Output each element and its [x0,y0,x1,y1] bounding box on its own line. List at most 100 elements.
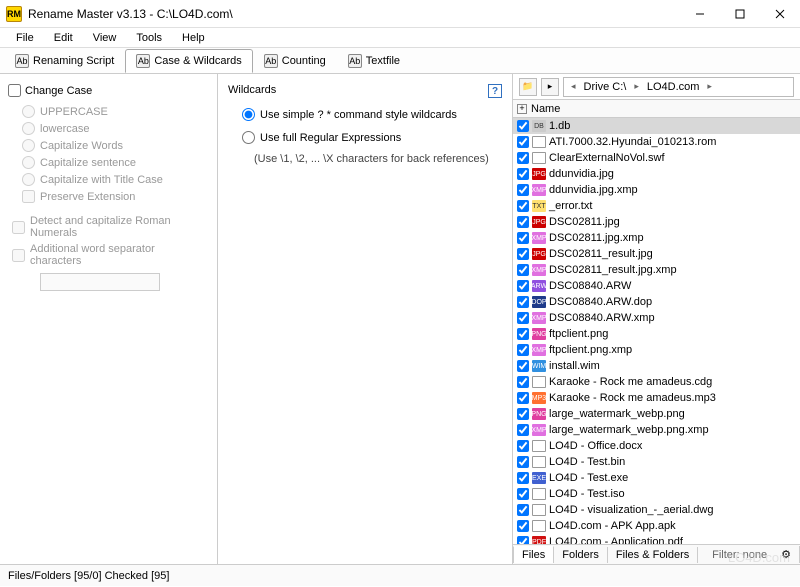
file-checkbox[interactable] [517,488,529,500]
file-row[interactable]: JPGddunvidia.jpg [513,166,800,182]
menu-tools[interactable]: Tools [126,30,172,46]
folder-up-button[interactable]: 📁 [519,78,537,96]
file-list-header[interactable]: + Name [513,100,800,118]
file-checkbox[interactable] [517,120,529,132]
filter-label[interactable]: Filter: none [706,549,773,561]
file-row[interactable]: TXT_error.txt [513,198,800,214]
file-checkbox[interactable] [517,424,529,436]
case-option-radio[interactable] [22,122,35,135]
breadcrumb-part[interactable]: Drive C:\ [581,81,630,93]
bottom-tab-folders[interactable]: Folders [554,547,608,563]
tab-case-wildcards[interactable]: AbCase & Wildcards [125,49,252,73]
file-checkbox[interactable] [517,536,529,544]
case-option-radio[interactable] [22,156,35,169]
tab-counting[interactable]: AbCounting [253,49,337,73]
preserve-extension-checkbox[interactable] [22,190,35,203]
file-row[interactable]: LO4D.com - APK App.apk [513,518,800,534]
file-row[interactable]: DOPDSC08840.ARW.dop [513,294,800,310]
file-checkbox[interactable] [517,264,529,276]
simple-wildcards-radio[interactable] [242,108,255,121]
breadcrumb[interactable]: ◂ Drive C:\▸LO4D.com▸ [563,77,794,97]
close-button[interactable] [760,1,800,27]
separator-checkbox[interactable] [12,249,25,262]
file-row[interactable]: XMPDSC08840.ARW.xmp [513,310,800,326]
file-name: ddunvidia.jpg [549,168,614,180]
change-case-checkbox[interactable] [8,84,21,97]
file-checkbox[interactable] [517,344,529,356]
file-checkbox[interactable] [517,168,529,180]
help-icon[interactable]: ? [488,84,502,98]
file-row[interactable]: XMPDSC02811_result.jpg.xmp [513,262,800,278]
file-row[interactable]: DB1.db [513,118,800,134]
file-checkbox[interactable] [517,456,529,468]
file-checkbox[interactable] [517,472,529,484]
file-row[interactable]: ClearExternalNoVol.swf [513,150,800,166]
bottom-tab-files-folders[interactable]: Files & Folders [608,547,698,563]
bottom-tab-files[interactable]: Files [513,546,554,563]
breadcrumb-back-icon[interactable]: ◂ [568,81,579,92]
file-checkbox[interactable] [517,392,529,404]
file-name: ddunvidia.jpg.xmp [549,184,638,196]
file-row[interactable]: MP3Karaoke - Rock me amadeus.mp3 [513,390,800,406]
menu-help[interactable]: Help [172,30,215,46]
file-icon: PNG [532,408,546,420]
expand-all-icon[interactable]: + [517,104,527,114]
file-row[interactable]: EXELO4D - Test.exe [513,470,800,486]
nav-forward-button[interactable]: ▸ [541,78,559,96]
file-row[interactable]: JPGDSC02811_result.jpg [513,246,800,262]
file-row[interactable]: LO4D - visualization_-_aerial.dwg [513,502,800,518]
file-row[interactable]: PDFLO4D.com - Application.pdf [513,534,800,544]
file-row[interactable]: LO4D - Test.bin [513,454,800,470]
file-checkbox[interactable] [517,408,529,420]
file-row[interactable]: ATI.7000.32.Hyundai_010213.rom [513,134,800,150]
file-row[interactable]: XMPddunvidia.jpg.xmp [513,182,800,198]
file-checkbox[interactable] [517,248,529,260]
file-list[interactable]: DB1.dbATI.7000.32.Hyundai_010213.romClea… [513,118,800,544]
name-column-header[interactable]: Name [531,103,560,115]
file-checkbox[interactable] [517,184,529,196]
maximize-button[interactable] [720,1,760,27]
file-row[interactable]: PNGlarge_watermark_webp.png [513,406,800,422]
file-row[interactable]: XMPDSC02811.jpg.xmp [513,230,800,246]
case-option-radio[interactable] [22,105,35,118]
file-row[interactable]: XMPftpclient.png.xmp [513,342,800,358]
file-row[interactable]: XMPlarge_watermark_webp.png.xmp [513,422,800,438]
file-row[interactable]: JPGDSC02811.jpg [513,214,800,230]
file-checkbox[interactable] [517,360,529,372]
file-row[interactable]: WIMinstall.wim [513,358,800,374]
file-checkbox[interactable] [517,504,529,516]
minimize-button[interactable] [680,1,720,27]
file-row[interactable]: LO4D - Office.docx [513,438,800,454]
roman-numerals-checkbox[interactable] [12,221,25,234]
file-row[interactable]: PNGftpclient.png [513,326,800,342]
menu-file[interactable]: File [6,30,44,46]
file-checkbox[interactable] [517,440,529,452]
tab-renaming-script[interactable]: AbRenaming Script [4,49,125,73]
tab-label: Textfile [366,55,400,67]
file-checkbox[interactable] [517,296,529,308]
file-row[interactable]: ARWDSC08840.ARW [513,278,800,294]
file-checkbox[interactable] [517,280,529,292]
regex-radio[interactable] [242,131,255,144]
file-row[interactable]: Karaoke - Rock me amadeus.cdg [513,374,800,390]
case-option-radio[interactable] [22,139,35,152]
separator-input[interactable] [40,273,160,291]
gear-icon[interactable]: ⚙ [773,546,800,563]
file-checkbox[interactable] [517,376,529,388]
file-checkbox[interactable] [517,152,529,164]
file-checkbox[interactable] [517,312,529,324]
file-icon: XMP [532,312,546,324]
file-checkbox[interactable] [517,328,529,340]
case-option-radio[interactable] [22,173,35,186]
menu-edit[interactable]: Edit [44,30,83,46]
file-checkbox[interactable] [517,216,529,228]
file-icon: DB [532,120,546,132]
menu-view[interactable]: View [83,30,127,46]
file-checkbox[interactable] [517,200,529,212]
file-checkbox[interactable] [517,136,529,148]
breadcrumb-part[interactable]: LO4D.com [644,81,703,93]
file-row[interactable]: LO4D - Test.iso [513,486,800,502]
file-checkbox[interactable] [517,520,529,532]
file-checkbox[interactable] [517,232,529,244]
tab-textfile[interactable]: AbTextfile [337,49,411,73]
